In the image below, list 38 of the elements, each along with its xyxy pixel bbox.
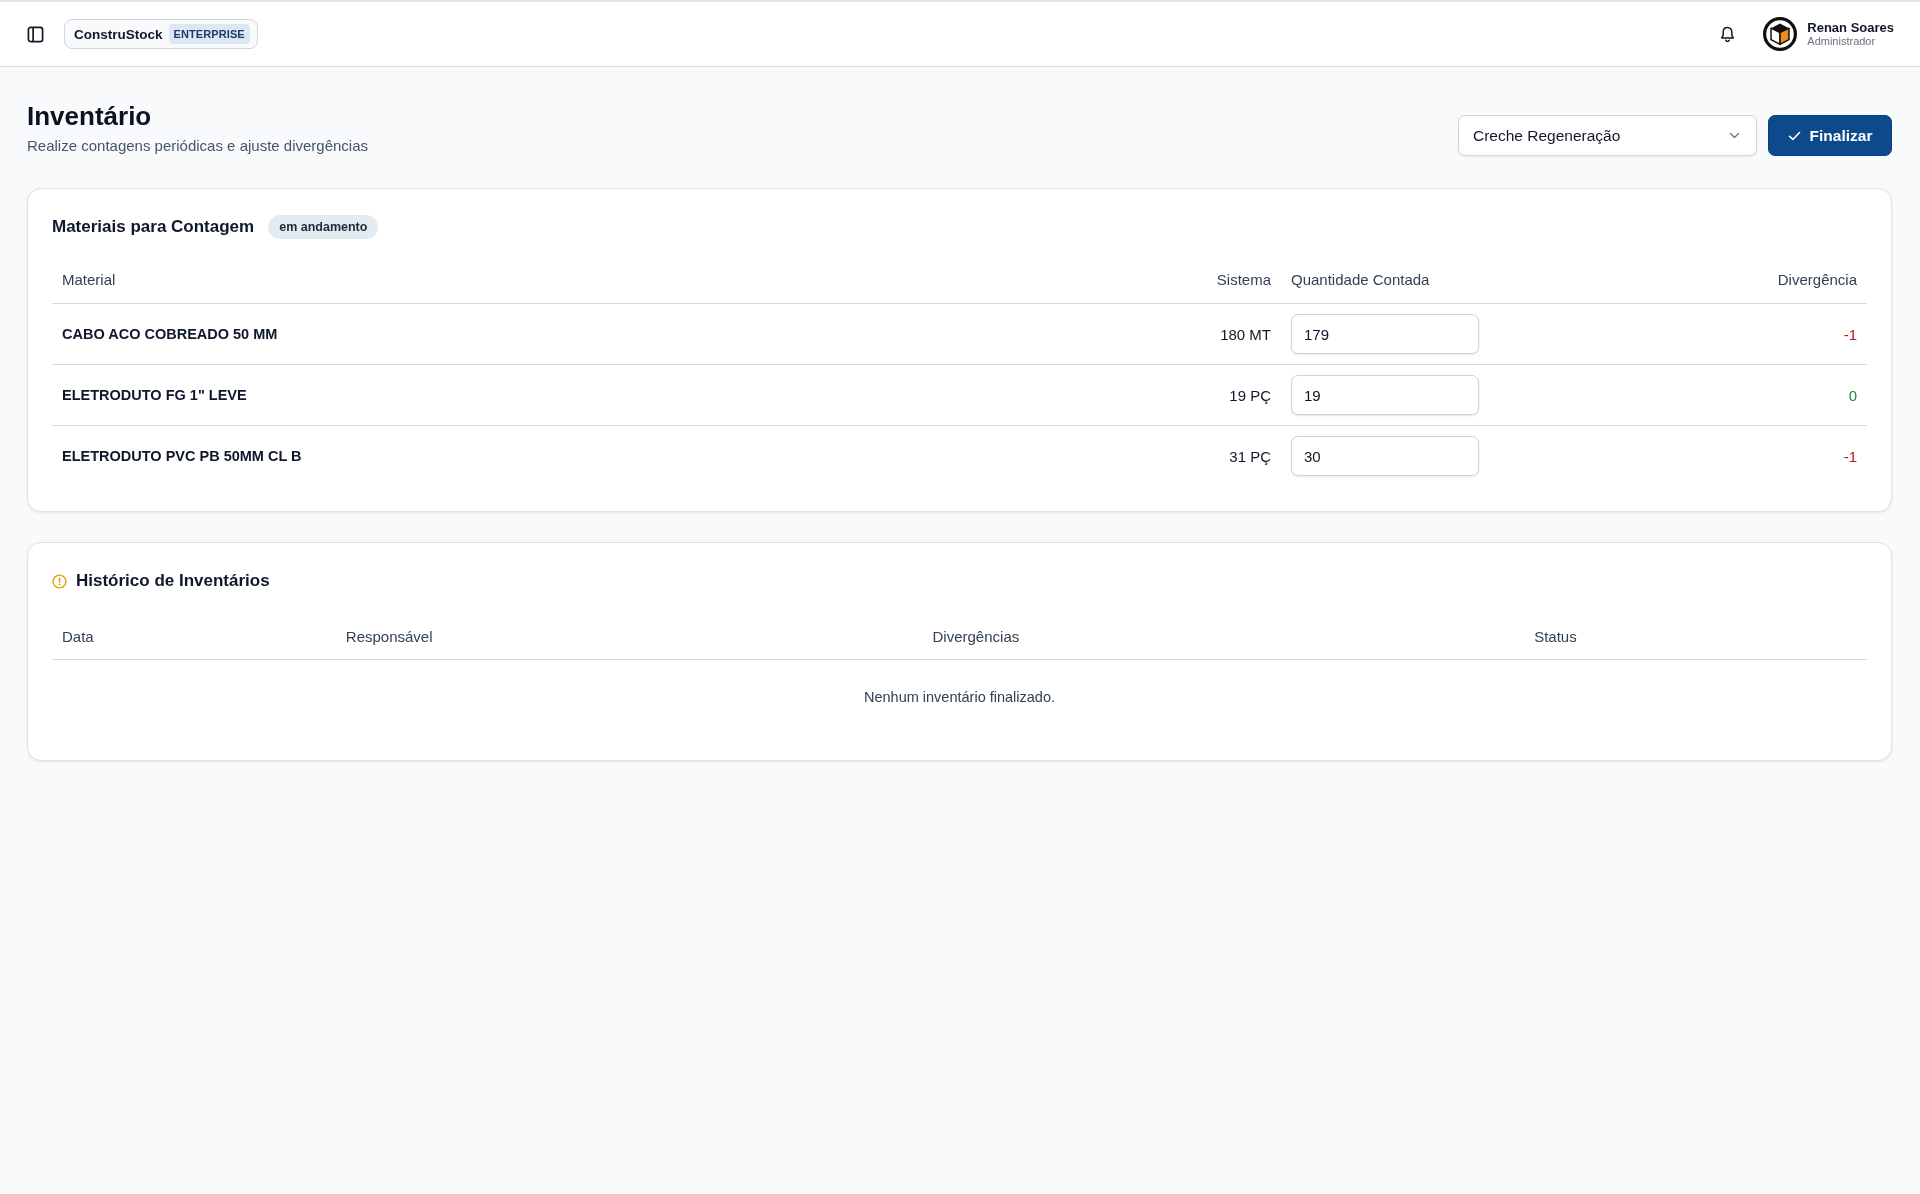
count-input[interactable]: 30 xyxy=(1291,436,1479,476)
divergence-value: 0 xyxy=(1848,386,1857,404)
cube-avatar-icon[interactable] xyxy=(1763,17,1798,51)
finalize-button[interactable]: Finalizar xyxy=(1768,115,1892,156)
location-select[interactable]: Creche Regeneração xyxy=(1458,115,1757,156)
column-header: Divergência xyxy=(1776,270,1858,288)
column-header: Responsável xyxy=(344,627,434,645)
page-subtitle: Realize contagens periódicas e ajuste divergências xyxy=(27,136,369,156)
divergence-value: -1 xyxy=(1843,447,1857,465)
system-quantity-cell-text: 19 PÇ xyxy=(1228,386,1272,404)
column-header: Status xyxy=(1533,627,1578,645)
column-header: Divergências xyxy=(931,627,1021,645)
column-header: Data xyxy=(61,627,95,645)
sidebar-toggle-icon[interactable] xyxy=(27,25,44,43)
material-cell-text: ELETRODUTO FG 1" LEVE xyxy=(61,387,248,403)
system-quantity-cell-text: 180 MT xyxy=(1219,325,1272,343)
notification-bell-icon[interactable] xyxy=(1720,25,1736,43)
card-title: Materiais para Contagem xyxy=(52,217,255,237)
exclamation-circle-icon xyxy=(52,573,67,589)
user-role: Administrador xyxy=(1807,35,1877,48)
check-icon xyxy=(1787,130,1801,141)
system-quantity-cell-text: 31 PÇ xyxy=(1228,447,1272,465)
column-header: Quantidade Contada xyxy=(1290,270,1431,288)
page-title: Inventário xyxy=(27,100,153,132)
chevron-down-icon xyxy=(1729,132,1740,139)
status-badge: em andamento xyxy=(268,215,379,239)
divergence-value: -1 xyxy=(1843,325,1857,343)
column-header: Material xyxy=(61,270,117,288)
empty-state-text: Nenhum inventário finalizado. xyxy=(864,689,1055,705)
brand-name: ConstruStock xyxy=(74,26,163,42)
count-input[interactable]: 19 xyxy=(1291,375,1479,415)
material-cell-text: CABO ACO COBREADO 50 MM xyxy=(61,326,279,342)
user-name: Renan Soares xyxy=(1807,20,1894,36)
column-header: Sistema xyxy=(1215,270,1272,288)
plan-badge: ENTERPRISE xyxy=(168,24,250,44)
card-title: Histórico de Inventários xyxy=(76,571,270,591)
count-input[interactable]: 179 xyxy=(1291,314,1479,354)
material-cell-text: ELETRODUTO PVC PB 50MM CL B xyxy=(61,448,303,464)
